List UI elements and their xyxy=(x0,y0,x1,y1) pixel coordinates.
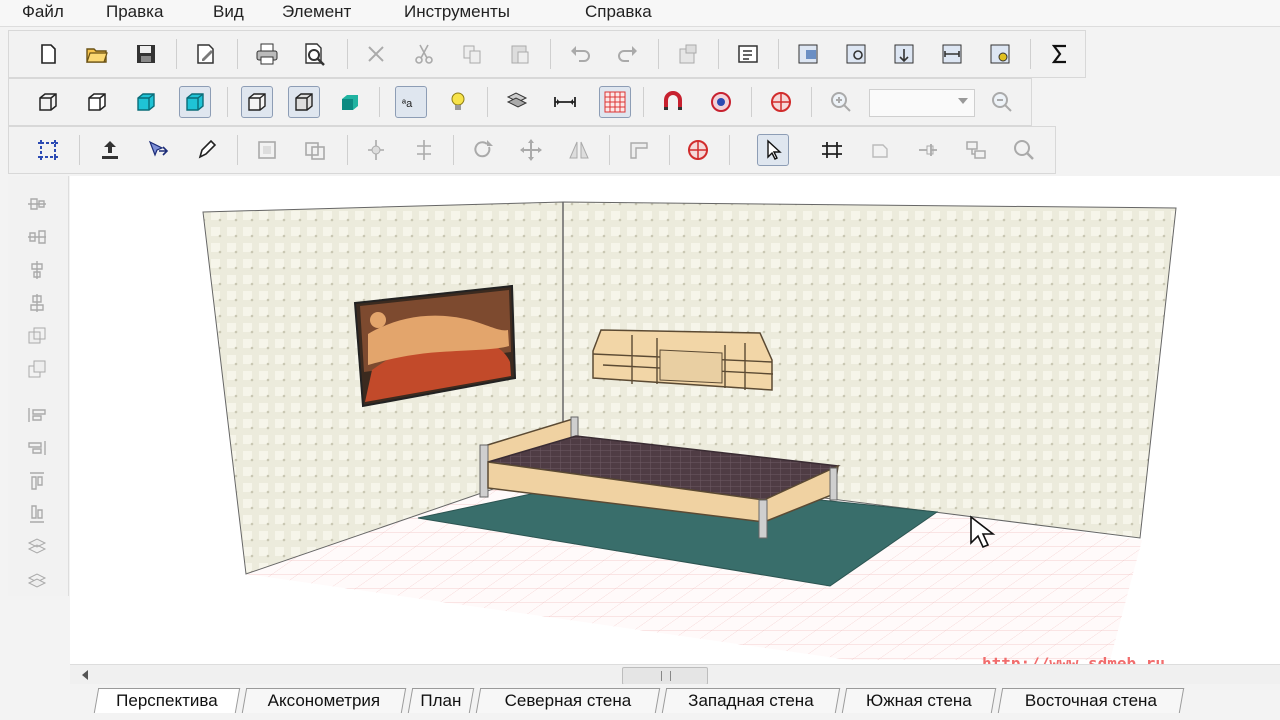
shape-icon[interactable] xyxy=(865,135,895,165)
wireframe-box-icon[interactable] xyxy=(33,87,63,117)
delete-icon[interactable] xyxy=(361,39,391,69)
align-icon-2[interactable] xyxy=(409,135,439,165)
new-file-icon[interactable] xyxy=(33,39,63,69)
magnet-icon[interactable] xyxy=(658,87,688,117)
light-bulb-icon[interactable] xyxy=(443,87,473,117)
save-icon[interactable] xyxy=(131,39,161,69)
tab-south-wall[interactable]: Южная стена xyxy=(841,688,997,713)
menu-element[interactable]: Элемент xyxy=(282,2,351,22)
box-icon[interactable] xyxy=(82,87,112,117)
toolbar-main xyxy=(8,30,1086,78)
scroll-thumb[interactable] xyxy=(622,667,708,685)
cut-icon[interactable] xyxy=(409,39,439,69)
rotate-icon[interactable] xyxy=(468,135,498,165)
edit-document-icon[interactable] xyxy=(191,39,221,69)
solid-box-icon[interactable] xyxy=(335,87,365,117)
copy-icon[interactable] xyxy=(457,39,487,69)
tab-plan[interactable]: План xyxy=(407,688,475,713)
tab-perspective[interactable]: Перспектива xyxy=(93,688,241,713)
print-preview-icon[interactable] xyxy=(300,39,330,69)
textured-box-icon[interactable] xyxy=(179,86,211,118)
shaded-box-icon[interactable] xyxy=(131,87,161,117)
view-icon-4[interactable] xyxy=(937,39,967,69)
perspective-viewport[interactable] xyxy=(70,176,1280,664)
side-tool-12-icon[interactable] xyxy=(22,566,52,594)
dimension-icon[interactable] xyxy=(550,87,580,117)
sigma-icon[interactable] xyxy=(1045,39,1075,69)
svg-text:ªa: ªa xyxy=(402,98,413,110)
zoom-combo[interactable] xyxy=(869,89,975,117)
side-tool-3-icon[interactable] xyxy=(22,256,52,284)
undo-icon[interactable] xyxy=(565,39,595,69)
multi-select-icon[interactable] xyxy=(300,135,330,165)
snap-target-icon[interactable] xyxy=(683,135,713,165)
tab-east-wall[interactable]: Восточная стена xyxy=(997,688,1185,713)
side-tool-9-icon[interactable] xyxy=(22,467,52,495)
grid-icon[interactable] xyxy=(599,86,631,118)
side-tool-5-icon[interactable] xyxy=(22,322,52,350)
menu-tools[interactable]: Инструменты xyxy=(404,2,510,22)
move-up-icon[interactable] xyxy=(95,135,125,165)
align-icon-1[interactable] xyxy=(361,135,391,165)
paste-icon[interactable] xyxy=(505,39,535,69)
side-tool-2-icon[interactable] xyxy=(22,223,52,251)
toolbar-view: ªa xyxy=(8,78,1032,126)
open-folder-icon[interactable] xyxy=(82,39,112,69)
menu-edit[interactable]: Правка xyxy=(106,2,163,22)
side-tool-8-icon[interactable] xyxy=(22,434,52,462)
side-tool-10-icon[interactable] xyxy=(22,500,52,528)
side-tool-7-icon[interactable] xyxy=(22,401,52,429)
rect-select-icon[interactable] xyxy=(252,135,282,165)
box-wire-icon[interactable] xyxy=(288,86,320,118)
box-outline-icon[interactable] xyxy=(241,86,273,118)
side-tool-11-icon[interactable] xyxy=(22,533,52,561)
toolbar-edit xyxy=(8,126,1056,174)
view-tabs: Перспектива Аксонометрия План Северная с… xyxy=(70,684,1280,720)
material-icon[interactable] xyxy=(502,87,532,117)
zoom-out-icon[interactable] xyxy=(987,87,1017,117)
edit-pen-icon[interactable] xyxy=(191,135,221,165)
tab-north-wall[interactable]: Северная стена xyxy=(475,688,661,713)
move-cross-icon[interactable] xyxy=(516,135,546,165)
chevron-down-icon xyxy=(958,98,968,104)
select-grid-icon[interactable] xyxy=(33,135,63,165)
menu-bar: Файл Правка Вид Элемент Инструменты Спра… xyxy=(0,0,1280,27)
menu-view[interactable]: Вид xyxy=(213,2,244,22)
crosshair-icon[interactable] xyxy=(766,87,796,117)
horizontal-scrollbar[interactable] xyxy=(70,664,1280,685)
pointer-icon[interactable] xyxy=(757,134,789,166)
zoom-in-icon[interactable] xyxy=(826,87,856,117)
view-icon-2[interactable] xyxy=(841,39,871,69)
move-arrow-icon[interactable] xyxy=(143,135,173,165)
target-icon[interactable] xyxy=(706,87,736,117)
mirror-icon[interactable] xyxy=(564,135,594,165)
properties-icon[interactable] xyxy=(673,39,703,69)
side-tool-4-icon[interactable] xyxy=(22,289,52,317)
corner-icon[interactable] xyxy=(624,135,654,165)
side-tool-1-icon[interactable] xyxy=(22,190,52,218)
text-label-icon[interactable]: ªa xyxy=(395,86,427,118)
mouse-cursor-icon xyxy=(968,515,996,556)
print-icon[interactable] xyxy=(252,39,282,69)
dimension-bars-icon[interactable] xyxy=(817,135,847,165)
search-icon[interactable] xyxy=(1009,135,1039,165)
left-toolbar xyxy=(8,176,69,596)
room-scene xyxy=(202,201,1177,660)
menu-file[interactable]: Файл xyxy=(22,2,64,22)
view-icon-5[interactable] xyxy=(985,39,1015,69)
side-tool-6-icon[interactable] xyxy=(22,355,52,383)
tab-west-wall[interactable]: Западная стена xyxy=(661,688,841,713)
report-icon[interactable] xyxy=(733,39,763,69)
view-icon-1[interactable] xyxy=(793,39,823,69)
node-icon[interactable] xyxy=(961,135,991,165)
scroll-left-icon[interactable] xyxy=(82,670,88,680)
menu-help[interactable]: Справка xyxy=(585,2,652,22)
view-icon-3[interactable] xyxy=(889,39,919,69)
tab-axonometry[interactable]: Аксонометрия xyxy=(241,688,407,713)
redo-icon[interactable] xyxy=(613,39,643,69)
connect-icon[interactable] xyxy=(913,135,943,165)
